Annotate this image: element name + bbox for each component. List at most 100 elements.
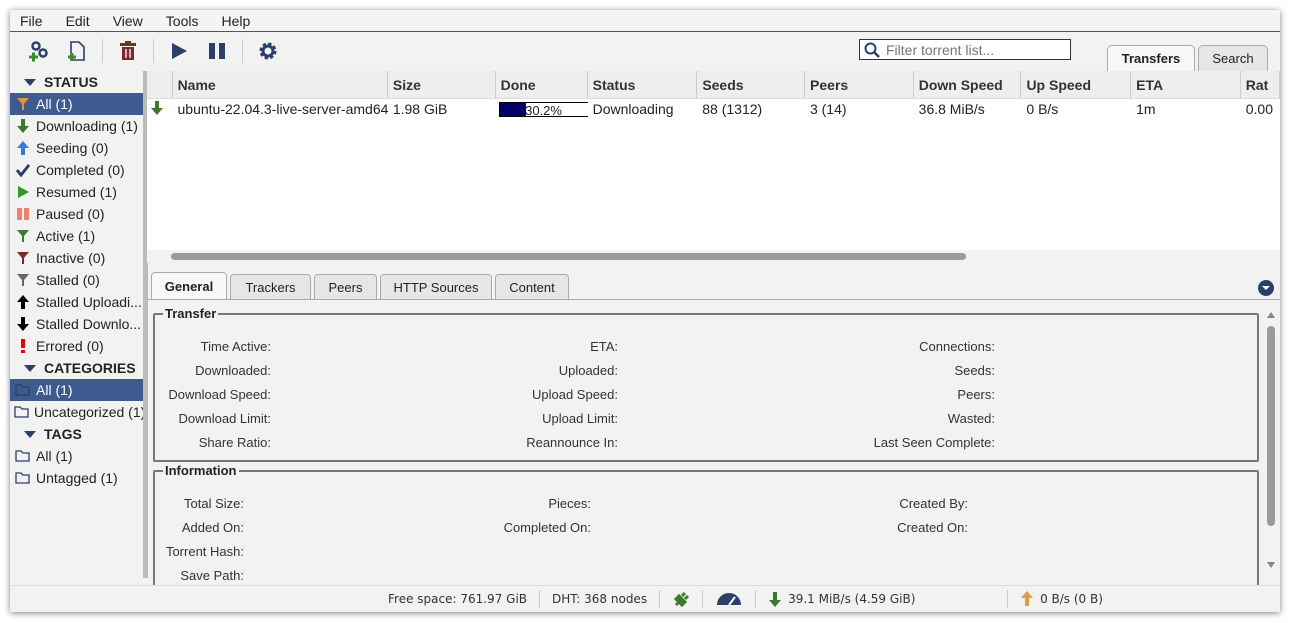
sidebar-item-label: Downloading (1) (36, 118, 138, 134)
speed-limits-toggle[interactable] (703, 590, 757, 608)
status-filter-icon (14, 141, 32, 155)
sidebar-item-status[interactable]: Completed (0) (10, 159, 143, 181)
sidebar-item-label: Stalled (0) (36, 272, 100, 288)
tags-header[interactable]: TAGS (10, 423, 143, 445)
sidebar-item-label: Errored (0) (36, 338, 104, 354)
filter-torrent-search[interactable] (859, 39, 1071, 60)
sidebar-item-status[interactable]: Downloading (1) (10, 115, 143, 137)
cell-eta: 1m (1136, 101, 1156, 117)
column-header[interactable]: Done (496, 71, 588, 98)
tab-search[interactable]: Search (1198, 45, 1268, 71)
collapse-icon (24, 78, 36, 86)
menu-view[interactable]: View (113, 13, 143, 29)
search-input[interactable] (886, 41, 1066, 58)
sidebar-item-status[interactable]: Seeding (0) (10, 137, 143, 159)
add-file-button[interactable] (62, 36, 92, 66)
sidebar-item-status[interactable]: Stalled Downlo... (10, 313, 143, 335)
download-speed: 39.1 MiB/s (4.59 GiB) (756, 590, 1009, 608)
cell-size: 1.98 GiB (392, 101, 448, 117)
sidebar-item-status[interactable]: Stalled (0) (10, 269, 143, 291)
cell-peers: 3 (14) (809, 101, 847, 117)
sidebar-item-status[interactable]: Errored (0) (10, 335, 143, 357)
menu-tools[interactable]: Tools (166, 13, 199, 29)
field-label: Torrent Hash: (165, 544, 244, 559)
sidebar-item-status[interactable]: All (1) (10, 93, 143, 115)
resume-button[interactable] (164, 36, 194, 66)
scrollbar-thumb[interactable] (171, 253, 966, 260)
tab-peers[interactable]: Peers (314, 274, 377, 299)
field-label: Downloaded: (195, 363, 271, 378)
field-label: Reannounce In: (526, 435, 618, 450)
sidebar-item-status[interactable]: Inactive (0) (10, 247, 143, 269)
cell-seeds: 88 (1312) (702, 101, 763, 117)
status-filter-icon (14, 97, 32, 111)
status-header[interactable]: STATUS (10, 71, 143, 93)
column-header[interactable]: Status (588, 71, 698, 98)
menu-help[interactable]: Help (221, 13, 250, 29)
sidebar-item-label: Seeding (0) (36, 140, 109, 156)
transfer-section: Transfer Time Active: Downloaded: Download… (153, 306, 1259, 462)
tab-trackers[interactable]: Trackers (230, 274, 311, 299)
field-label: Peers: (957, 387, 995, 402)
tab-http-sources[interactable]: HTTP Sources (380, 274, 492, 299)
menu-edit[interactable]: Edit (66, 13, 90, 29)
sidebar-item-status[interactable]: Resumed (1) (10, 181, 143, 203)
menu-file[interactable]: File (20, 13, 43, 29)
scroll-down-icon[interactable] (1267, 562, 1275, 568)
field-label: Last Seen Complete: (873, 435, 995, 450)
upload-speed: 0 B/s (0 B) (1008, 590, 1115, 608)
settings-icon (259, 42, 277, 60)
tab-transfers[interactable]: Transfers (1107, 45, 1195, 71)
collapse-panel-icon[interactable] (1258, 280, 1274, 296)
column-header[interactable]: Size (388, 71, 496, 98)
cell-down: 36.8 MiB/s (918, 101, 985, 117)
sidebar-item-tags[interactable]: Untagged (1) (10, 467, 143, 489)
sidebar-item-status[interactable]: Paused (0) (10, 203, 143, 225)
sidebar-item-status[interactable]: Stalled Uploadi... (10, 291, 143, 313)
pause-icon (209, 43, 225, 59)
folder-icon (14, 471, 32, 485)
horizontal-scrollbar[interactable] (147, 250, 1280, 263)
settings-button[interactable] (253, 36, 283, 66)
sidebar-item-label: Active (1) (36, 228, 96, 244)
status-filter-icon (14, 339, 32, 353)
scroll-up-icon[interactable] (1267, 312, 1275, 318)
sidebar-item-categories[interactable]: All (1) (10, 379, 143, 401)
column-header[interactable]: Seeds (697, 71, 806, 98)
sidebar-item-status[interactable]: Active (1) (10, 225, 143, 247)
status-filter-icon (14, 207, 32, 221)
field-label: Download Limit: (178, 411, 272, 426)
folder-icon (14, 449, 32, 463)
sidebar-item-tags[interactable]: All (1) (10, 445, 143, 467)
resume-icon (172, 43, 187, 59)
field-label: Uploaded: (558, 363, 618, 378)
tab-general[interactable]: General (151, 272, 227, 299)
column-header[interactable]: Name (173, 71, 388, 98)
tab-content[interactable]: Content (495, 274, 569, 299)
sidebar-item-label: Completed (0) (36, 162, 125, 178)
column-header[interactable]: Rat (1241, 71, 1280, 98)
add-link-button[interactable] (24, 36, 54, 66)
column-header[interactable]: Peers (805, 71, 914, 98)
pause-button[interactable] (202, 36, 232, 66)
scrollbar-thumb[interactable] (1267, 326, 1275, 526)
collapse-icon (24, 364, 36, 372)
connection-status[interactable] (660, 590, 704, 608)
column-header[interactable]: ETA (1131, 71, 1241, 98)
folder-icon (14, 405, 30, 419)
delete-icon (120, 41, 136, 60)
column-header[interactable]: Down Speed (914, 71, 1022, 98)
delete-button[interactable] (113, 36, 143, 66)
field-label: Upload Limit: (542, 411, 618, 426)
sidebar-item-categories[interactable]: Uncategorized (1) (10, 401, 143, 423)
sidebar-item-label: Uncategorized (1) (34, 404, 143, 420)
table-row[interactable]: ubuntu-22.04.3-live-server-amd64... 1.98 … (147, 99, 1280, 119)
column-header[interactable]: Up Speed (1021, 71, 1132, 98)
categories-header[interactable]: CATEGORIES (10, 357, 143, 379)
status-filter-icon (14, 295, 32, 309)
sidebar: STATUS All (1) Downloading (1) Seeding (0)… (10, 71, 143, 578)
vertical-scrollbar[interactable] (1264, 310, 1278, 578)
cell-up: 0 B/s (1026, 101, 1059, 117)
torrent-table: Name Size Done Status Seeds Peers Down Speed Up… (147, 71, 1280, 263)
dht-nodes: DHT: 368 nodes (540, 590, 661, 608)
